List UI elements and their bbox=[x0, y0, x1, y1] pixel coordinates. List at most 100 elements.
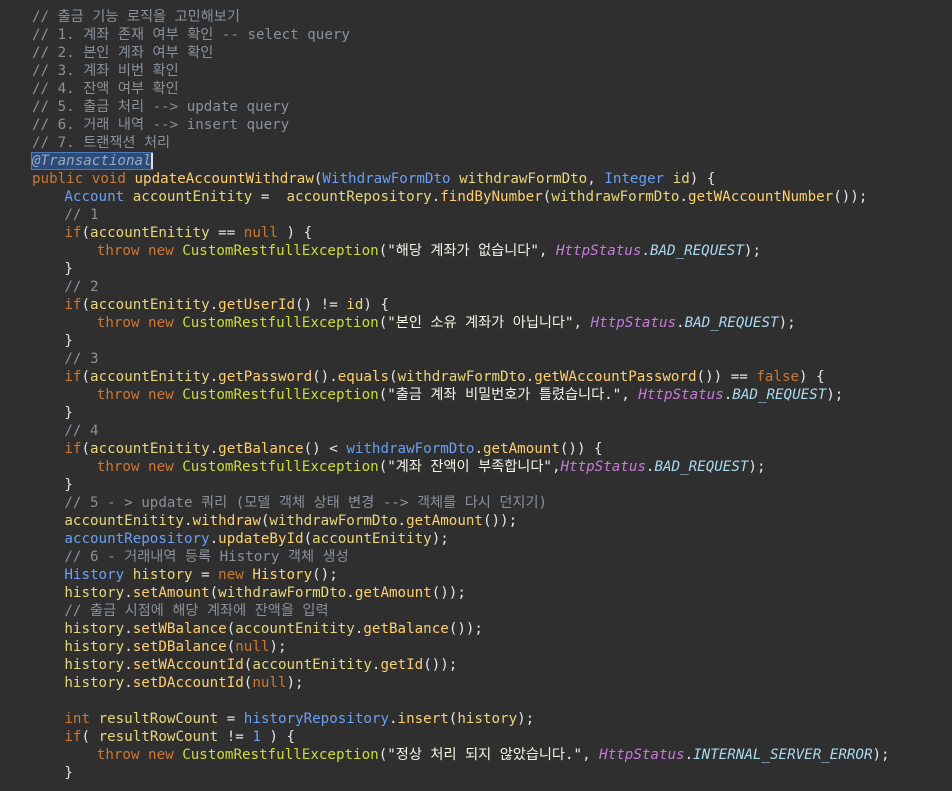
code-token-ty: accountRepository bbox=[64, 531, 210, 547]
code-line[interactable]: } bbox=[64, 332, 73, 350]
code-token-var: withdrawFormDto bbox=[218, 585, 347, 601]
code-token-p: ); bbox=[778, 315, 796, 331]
code-line[interactable]: // 출금 시점에 해당 계좌에 잔액을 입력 bbox=[64, 602, 328, 620]
code-line[interactable]: throw new CustomRestfullException("정상 처리… bbox=[97, 746, 890, 764]
code-line[interactable]: // 2 bbox=[64, 278, 98, 296]
code-token-fn: setDBalance bbox=[132, 639, 227, 655]
code-line[interactable]: if(accountEnitity.getUserId() != id) { bbox=[64, 296, 389, 314]
code-token-p: ) { bbox=[277, 225, 313, 241]
code-line[interactable]: // 3. 계좌 비번 확인 bbox=[32, 62, 179, 80]
code-token-p: . bbox=[124, 675, 133, 691]
code-line[interactable]: } bbox=[64, 764, 73, 782]
code-token-kw: if bbox=[64, 441, 82, 457]
code-token-str: "정상 처리 되지 않았습니다." bbox=[387, 747, 583, 763]
code-line[interactable]: // 1 bbox=[64, 206, 98, 224]
code-token-cm: // 6 - 거래내역 등록 History 객체 생성 bbox=[64, 549, 349, 565]
code-token-p: . bbox=[684, 747, 694, 763]
code-token-en: BAD_REQUEST bbox=[732, 387, 827, 403]
code-token-fn: getWAccountNumber bbox=[687, 189, 834, 205]
code-line[interactable]: history.setWBalance(accountEnitity.getBa… bbox=[64, 620, 483, 638]
code-token-p: = bbox=[252, 189, 287, 205]
code-token-cm: // 출금 시점에 해당 계좌에 잔액을 입력 bbox=[64, 603, 329, 619]
code-token-cm: // 6. 거래 내역 --> insert query bbox=[32, 117, 290, 133]
code-token-p: , bbox=[582, 747, 600, 763]
code-line[interactable]: if(accountEnitity.getPassword().equals(w… bbox=[64, 368, 824, 386]
code-token-var: history bbox=[132, 567, 193, 583]
code-token-p: ) { bbox=[799, 369, 825, 385]
code-token-p: ( bbox=[378, 315, 388, 331]
code-line[interactable]: } bbox=[64, 476, 73, 494]
code-line[interactable]: // 6. 거래 내역 --> insert query bbox=[32, 116, 289, 134]
code-token-kw: throw new bbox=[96, 387, 183, 403]
code-token-p: . bbox=[641, 243, 650, 259]
code-token-ty: Integer bbox=[604, 171, 673, 187]
code-line[interactable]: if( resultRowCount != 1 ) { bbox=[64, 728, 295, 746]
code-token-var: history bbox=[457, 711, 518, 727]
code-token-p: . bbox=[676, 315, 685, 331]
code-token-kw: null bbox=[252, 675, 287, 691]
code-line[interactable]: // 6 - 거래내역 등록 History 객체 생성 bbox=[64, 548, 348, 566]
code-line[interactable]: accountEnitity.withdraw(withdrawFormDto.… bbox=[64, 512, 517, 530]
code-token-cm: // 1. 계좌 존재 여부 확인 -- select query bbox=[32, 27, 350, 43]
code-token-hs: HttpStatus bbox=[555, 243, 642, 259]
code-token-p: . bbox=[209, 369, 219, 385]
code-line[interactable]: // 4 bbox=[64, 422, 98, 440]
code-token-p: ( bbox=[81, 441, 91, 457]
code-token-p: = bbox=[218, 711, 244, 727]
code-line[interactable]: if(accountEnitity == null ) { bbox=[64, 224, 312, 242]
code-token-p: . bbox=[389, 711, 398, 727]
code-line[interactable]: if(accountEnitity.getBalance() < withdra… bbox=[64, 440, 602, 458]
code-token-p: ( bbox=[81, 729, 99, 745]
code-line[interactable]: } bbox=[64, 404, 73, 422]
code-line[interactable]: public void updateAccountWithdraw(Withdr… bbox=[32, 170, 715, 188]
code-token-ty: Account bbox=[64, 189, 133, 205]
code-line[interactable]: // 4. 잔액 여부 확인 bbox=[32, 80, 179, 98]
code-token-p: . bbox=[124, 621, 133, 637]
code-token-p: . bbox=[124, 639, 133, 655]
code-token-var: history bbox=[64, 639, 125, 655]
code-line[interactable]: history.setDBalance(null); bbox=[64, 638, 286, 656]
code-token-p: ( bbox=[81, 225, 91, 241]
code-line[interactable]: history.setDAccountId(null); bbox=[64, 674, 303, 692]
code-line[interactable]: throw new CustomRestfullException("출금 계좌… bbox=[97, 386, 844, 404]
code-token-ty: withdrawFormDto bbox=[346, 441, 475, 457]
code-token-cm: // 4. 잔액 여부 확인 bbox=[32, 81, 179, 97]
code-line[interactable]: throw new CustomRestfullException("본인 소유… bbox=[97, 314, 796, 332]
code-editor[interactable]: // 출금 기능 로직을 고민해보기 // 1. 계좌 존재 여부 확인 -- s… bbox=[0, 0, 952, 791]
code-line[interactable]: throw new CustomRestfullException("계좌 잔액… bbox=[97, 458, 766, 476]
code-token-p: ( bbox=[81, 297, 91, 313]
code-token-var: history bbox=[64, 585, 125, 601]
code-token-p: ); bbox=[431, 531, 449, 547]
code-line[interactable]: History history = new History(); bbox=[64, 566, 337, 584]
code-line[interactable]: // 5. 출금 처리 --> update query bbox=[32, 98, 289, 116]
code-token-p: ( bbox=[389, 369, 398, 385]
code-token-p: ); bbox=[517, 711, 535, 727]
code-line[interactable]: // 3 bbox=[64, 350, 98, 368]
code-token-kw: if bbox=[64, 225, 82, 241]
code-token-fn: getBalance bbox=[218, 441, 304, 457]
code-token-p: == bbox=[209, 225, 244, 241]
code-token-p: ()); bbox=[448, 621, 483, 637]
code-line[interactable]: // 5 - > update 쿼리 (모델 객체 상태 변경 --> 객체를 … bbox=[64, 494, 547, 512]
code-line[interactable]: } bbox=[64, 260, 73, 278]
code-line[interactable]: // 1. 계좌 존재 여부 확인 -- select query bbox=[32, 26, 350, 44]
code-token-hs: HttpStatus bbox=[560, 459, 646, 475]
code-line[interactable]: int resultRowCount = historyRepository.i… bbox=[64, 710, 534, 728]
code-line[interactable]: Account accountEnitity = accountReposito… bbox=[64, 188, 867, 206]
code-line[interactable]: history.setWAccountId(accountEnitity.get… bbox=[64, 656, 457, 674]
code-token-hs: HttpStatus bbox=[599, 747, 685, 763]
code-token-p: (); bbox=[312, 567, 338, 583]
code-token-cls: CustomRestfullException bbox=[182, 747, 379, 763]
code-line[interactable]: history.setAmount(withdrawFormDto.getAmo… bbox=[64, 584, 465, 602]
code-line[interactable]: // 7. 트랜잭션 처리 bbox=[32, 134, 170, 152]
code-token-p: } bbox=[64, 765, 73, 781]
code-line[interactable]: // 출금 기능 로직을 고민해보기 bbox=[32, 8, 240, 26]
code-line[interactable]: accountRepository.updateById(accountEnit… bbox=[64, 530, 448, 548]
code-line[interactable]: @Transactional bbox=[31, 152, 153, 170]
code-line[interactable]: // 2. 본인 계좌 여부 확인 bbox=[32, 44, 213, 62]
code-token-kw: int bbox=[64, 711, 99, 727]
code-line[interactable]: throw new CustomRestfullException("해당 계좌… bbox=[97, 242, 761, 260]
code-token-p: ()); bbox=[423, 657, 458, 673]
code-token-var: accountEnitity bbox=[64, 513, 184, 529]
code-token-p: ( bbox=[378, 387, 388, 403]
